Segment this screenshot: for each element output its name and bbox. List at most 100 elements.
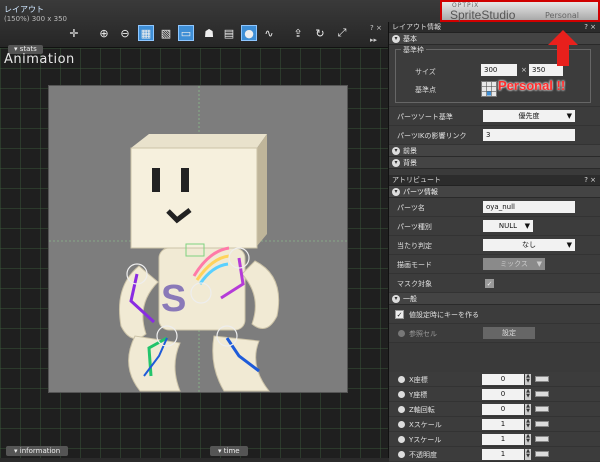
- transform-prop-value[interactable]: 0: [482, 404, 524, 415]
- stack-icon[interactable]: ▤: [221, 25, 237, 41]
- curve-button[interactable]: [535, 376, 549, 382]
- information-tab-label: information: [19, 447, 61, 455]
- attributes-header: アトリビュート ? ×: [389, 175, 600, 186]
- dropdown-arrow-icon: ▼: [566, 112, 572, 120]
- spritestudio-logo: OPTPiX SpriteStudio Personal: [440, 0, 600, 22]
- size-separator: ×: [521, 66, 527, 74]
- time-tab[interactable]: ▾ time: [210, 446, 248, 456]
- spritestudio-logo-text: SpriteStudio: [450, 8, 516, 22]
- section-parts-info[interactable]: ▾ パーツ情報: [389, 186, 600, 198]
- zoom-out-icon[interactable]: ⊖: [117, 25, 133, 41]
- crosshair-icon[interactable]: ✛: [66, 25, 82, 41]
- grid-off-icon[interactable]: ▧: [158, 25, 174, 41]
- layout-info-title: レイアウト情報: [392, 23, 441, 31]
- part-name-label: パーツ名: [397, 204, 425, 212]
- draw-mode-select[interactable]: ミックス ▼: [483, 258, 545, 270]
- fast-forward-icon[interactable]: ▸▸: [370, 36, 377, 44]
- part-type-row: パーツ種別 NULL ▼: [389, 217, 600, 236]
- spinner-icon[interactable]: ▲ ▼: [525, 404, 531, 415]
- key-create-label: 値設定時にキーを作る: [409, 311, 479, 319]
- parts-sort-select[interactable]: 優先度 ▼: [483, 110, 575, 122]
- parts-sort-row: パーツソート基準 優先度 ▼: [389, 107, 600, 126]
- key-dot-icon[interactable]: [398, 451, 405, 458]
- curve-button[interactable]: [535, 406, 549, 412]
- spinner-icon[interactable]: ▲ ▼: [525, 434, 531, 445]
- animation-label: Animation: [4, 52, 75, 67]
- ref-cell-row: 参照セル 設定: [389, 324, 600, 343]
- ref-cell-set-button[interactable]: 設定: [483, 327, 535, 339]
- frame-icon[interactable]: ▭: [178, 25, 194, 41]
- transform-prop-row: X座標 0 ▲ ▼: [389, 372, 600, 387]
- transform-prop-value[interactable]: 0: [482, 389, 524, 400]
- curve-button[interactable]: [535, 451, 549, 457]
- transform-prop-row: Xスケール 1 ▲ ▼: [389, 417, 600, 432]
- transform-prop-value[interactable]: 0: [482, 374, 524, 385]
- key-dot-icon[interactable]: [398, 436, 405, 443]
- key-dot-icon[interactable]: [398, 406, 405, 413]
- expand-icon[interactable]: ⤢: [334, 25, 350, 41]
- ik-link-input[interactable]: 3: [483, 129, 575, 141]
- attributes-title: アトリビュート: [392, 176, 441, 184]
- transform-prop-value[interactable]: 1: [482, 449, 524, 460]
- up-arrow-icon: [548, 30, 578, 66]
- part-type-select[interactable]: NULL ▼: [483, 220, 533, 232]
- collapse-icon: ▾: [392, 295, 400, 303]
- information-tab[interactable]: ▾ information: [6, 446, 69, 456]
- draw-mode-row: 描画モード ミックス ▼: [389, 255, 600, 274]
- transform-prop-label: Yスケール: [409, 436, 442, 444]
- section-parts-info-label: パーツ情報: [403, 188, 438, 196]
- export-icon[interactable]: ⇪: [290, 25, 306, 41]
- animation-stage[interactable]: S: [48, 85, 349, 394]
- transform-prop-label: Y座標: [409, 391, 428, 399]
- transform-prop-label: Xスケール: [409, 421, 442, 429]
- section-background[interactable]: ▾ 背景: [389, 157, 600, 169]
- section-basic-label: 基本: [403, 35, 417, 43]
- key-create-checkbox[interactable]: ✓: [395, 310, 404, 319]
- spinner-icon[interactable]: ▲ ▼: [525, 419, 531, 430]
- transform-prop-row: Z軸回転 0 ▲ ▼: [389, 402, 600, 417]
- spinner-icon[interactable]: ▲ ▼: [525, 449, 531, 460]
- layout-size-info: (150%) 300 x 350: [4, 15, 68, 23]
- ref-cell-dot-icon: [398, 330, 405, 337]
- dropdown-arrow-icon: ▼: [536, 260, 542, 268]
- draw-mode-label: 描画モード: [397, 261, 432, 269]
- dropdown-arrow-icon: ▼: [566, 241, 572, 249]
- parts-sort-label: パーツソート基準: [397, 113, 453, 121]
- transform-prop-value[interactable]: 1: [482, 434, 524, 445]
- key-create-row: ✓ 値設定時にキーを作る: [389, 305, 600, 324]
- spinner-icon[interactable]: ▲ ▼: [525, 374, 531, 385]
- key-dot-icon[interactable]: [398, 421, 405, 428]
- mask-target-checkbox[interactable]: ✓: [485, 279, 494, 288]
- spinner-icon[interactable]: ▲ ▼: [525, 389, 531, 400]
- layout-help-close[interactable]: ? ×: [370, 24, 382, 32]
- part-name-input[interactable]: oya_null: [483, 201, 575, 213]
- collapse-icon: ▾: [392, 159, 400, 167]
- size-label: サイズ: [415, 68, 436, 76]
- transform-prop-value[interactable]: 1: [482, 419, 524, 430]
- sync-icon[interactable]: ↻: [312, 25, 328, 41]
- size-width-input[interactable]: 300: [481, 64, 517, 76]
- curve-button[interactable]: [535, 436, 549, 442]
- hit-detection-select[interactable]: なし ▼: [483, 239, 575, 251]
- key-dot-icon[interactable]: [398, 391, 405, 398]
- curve-button[interactable]: [535, 421, 549, 427]
- layout-info-help-close[interactable]: ? ×: [584, 22, 596, 33]
- section-foreground[interactable]: ▾ 前景: [389, 145, 600, 157]
- key-dot-icon[interactable]: [398, 376, 405, 383]
- edition-logo-text: Personal: [545, 11, 580, 20]
- frame-group-label: 基準枠: [401, 45, 426, 55]
- section-general-label: 一般: [403, 295, 417, 303]
- pivot-grid-icon[interactable]: [481, 81, 497, 97]
- svg-text:S: S: [161, 278, 186, 320]
- character-icon[interactable]: ☗: [201, 25, 217, 41]
- wave-icon[interactable]: ∿: [261, 25, 277, 41]
- attributes-help-close[interactable]: ? ×: [584, 175, 596, 186]
- zoom-in-icon[interactable]: ⊕: [96, 25, 112, 41]
- grid-icon[interactable]: ▦: [138, 25, 154, 41]
- part-name-row: パーツ名 oya_null: [389, 198, 600, 217]
- brush-icon[interactable]: ●: [241, 25, 257, 41]
- part-type-label: パーツ種別: [397, 223, 432, 231]
- transform-prop-row: 不透明度 1 ▲ ▼: [389, 447, 600, 462]
- section-general[interactable]: ▾ 一般: [389, 293, 600, 305]
- curve-button[interactable]: [535, 391, 549, 397]
